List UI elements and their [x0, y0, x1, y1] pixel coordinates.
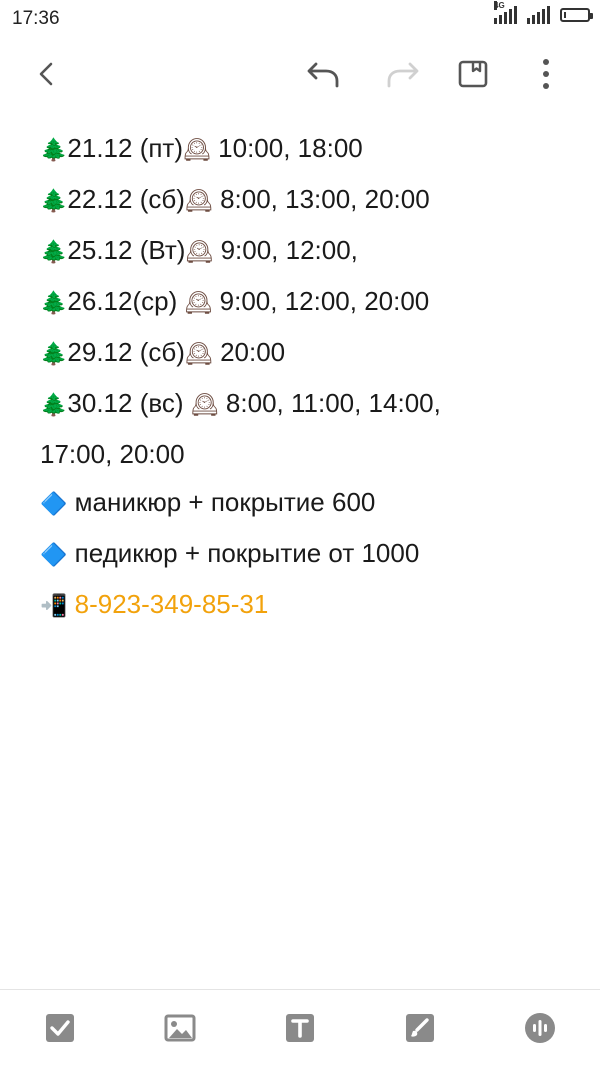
phone-number-link[interactable]: 8-923-349-85-31 [67, 589, 269, 619]
schedule-line-5: 🌲29.12 (сб)🕰 20:00 [40, 328, 580, 379]
note-toolbar [0, 44, 600, 104]
schedule-times: 10:00, 18:00 [210, 133, 363, 163]
schedule-times: 20:00 [212, 337, 286, 367]
schedule-continuation: 17:00, 20:00 [40, 439, 185, 469]
schedule-date: 29.12 (сб) [67, 337, 185, 367]
schedule-date: 25.12 (Вт) [67, 235, 186, 265]
note-content[interactable]: 🌲21.12 (пт)🕰 10:00, 18:00 🌲22.12 (сб)🕰 8… [40, 124, 580, 631]
service-text: маникюр + покрытие 600 [67, 487, 376, 517]
clock-icon: 🕰 [184, 342, 213, 367]
christmas-tree-icon: 🌲 [40, 342, 68, 367]
blue-diamond-icon: 🔷 [40, 492, 68, 517]
schedule-line-3: 🌲25.12 (Вт)🕰 9:00, 12:00, [40, 226, 580, 277]
battery-icon [560, 8, 593, 22]
service-line-pedicure: 🔷 педикюр + покрытие от 1000 [40, 529, 580, 580]
schedule-times: 9:00, 12:00, [213, 235, 358, 265]
schedule-date: 26.12(ср) [67, 286, 185, 316]
schedule-line-6: 🌲30.12 (вс) 🕰 8:00, 11:00, 14:00, [40, 379, 580, 430]
insert-image-button[interactable] [162, 1010, 198, 1046]
redo-button[interactable] [378, 50, 426, 98]
signal-icon [527, 6, 550, 24]
clock-icon: 🕰 [184, 291, 213, 316]
christmas-tree-icon: 🌲 [40, 189, 68, 214]
back-button[interactable] [23, 50, 71, 98]
back-arrow-icon [39, 62, 53, 86]
image-icon [164, 1014, 196, 1042]
christmas-tree-icon: 🌲 [40, 291, 68, 316]
service-text: педикюр + покрытие от 1000 [67, 538, 420, 568]
more-options-button[interactable] [522, 50, 570, 98]
schedule-times: 8:00, 11:00, 14:00, [218, 388, 441, 418]
schedule-line-1: 🌲21.12 (пт)🕰 10:00, 18:00 [40, 124, 580, 175]
schedule-times: 8:00, 13:00, 20:00 [212, 184, 430, 214]
checklist-button[interactable] [42, 1010, 78, 1046]
bookmark-icon [458, 60, 488, 88]
bookmark-button[interactable] [449, 50, 497, 98]
text-format-icon [286, 1014, 314, 1042]
voice-icon [525, 1013, 555, 1043]
status-bar: 17:36 4G [0, 0, 600, 36]
schedule-line-2: 🌲22.12 (сб)🕰 8:00, 13:00, 20:00 [40, 175, 580, 226]
schedule-date: 30.12 (вс) [67, 388, 191, 418]
status-icons: 4G [494, 1, 593, 24]
service-line-manicure: 🔷 маникюр + покрытие 600 [40, 478, 580, 529]
contact-line: 📲 8-923-349-85-31 [40, 580, 580, 631]
clock-icon: 🕰 [190, 393, 219, 418]
schedule-date: 21.12 (пт) [67, 133, 183, 163]
clock-icon: 🕰 [185, 240, 214, 265]
brush-icon [406, 1014, 434, 1042]
checkbox-icon [46, 1014, 74, 1042]
phone-arrow-icon: 📲 [40, 594, 68, 619]
network-label: 4G [494, 1, 505, 10]
schedule-line-4: 🌲26.12(ср) 🕰 9:00, 12:00, 20:00 [40, 277, 580, 328]
more-vertical-icon [543, 59, 549, 89]
clock-icon: 🕰 [183, 138, 211, 163]
signal-4g-icon: 4G [494, 1, 517, 24]
christmas-tree-icon: 🌲 [40, 240, 68, 265]
text-format-button[interactable] [282, 1010, 318, 1046]
status-time: 17:36 [12, 8, 60, 29]
blue-diamond-icon: 🔷 [40, 543, 68, 568]
brush-button[interactable] [402, 1010, 438, 1046]
voice-record-button[interactable] [522, 1010, 558, 1046]
schedule-date: 22.12 (сб) [67, 184, 185, 214]
christmas-tree-icon: 🌲 [40, 393, 68, 418]
christmas-tree-icon: 🌲 [40, 138, 68, 163]
bottom-toolbar [0, 990, 600, 1066]
clock-icon: 🕰 [184, 189, 213, 214]
undo-icon [307, 62, 339, 88]
redo-icon [387, 62, 419, 88]
undo-button[interactable] [300, 50, 348, 98]
schedule-times: 9:00, 12:00, 20:00 [212, 286, 430, 316]
